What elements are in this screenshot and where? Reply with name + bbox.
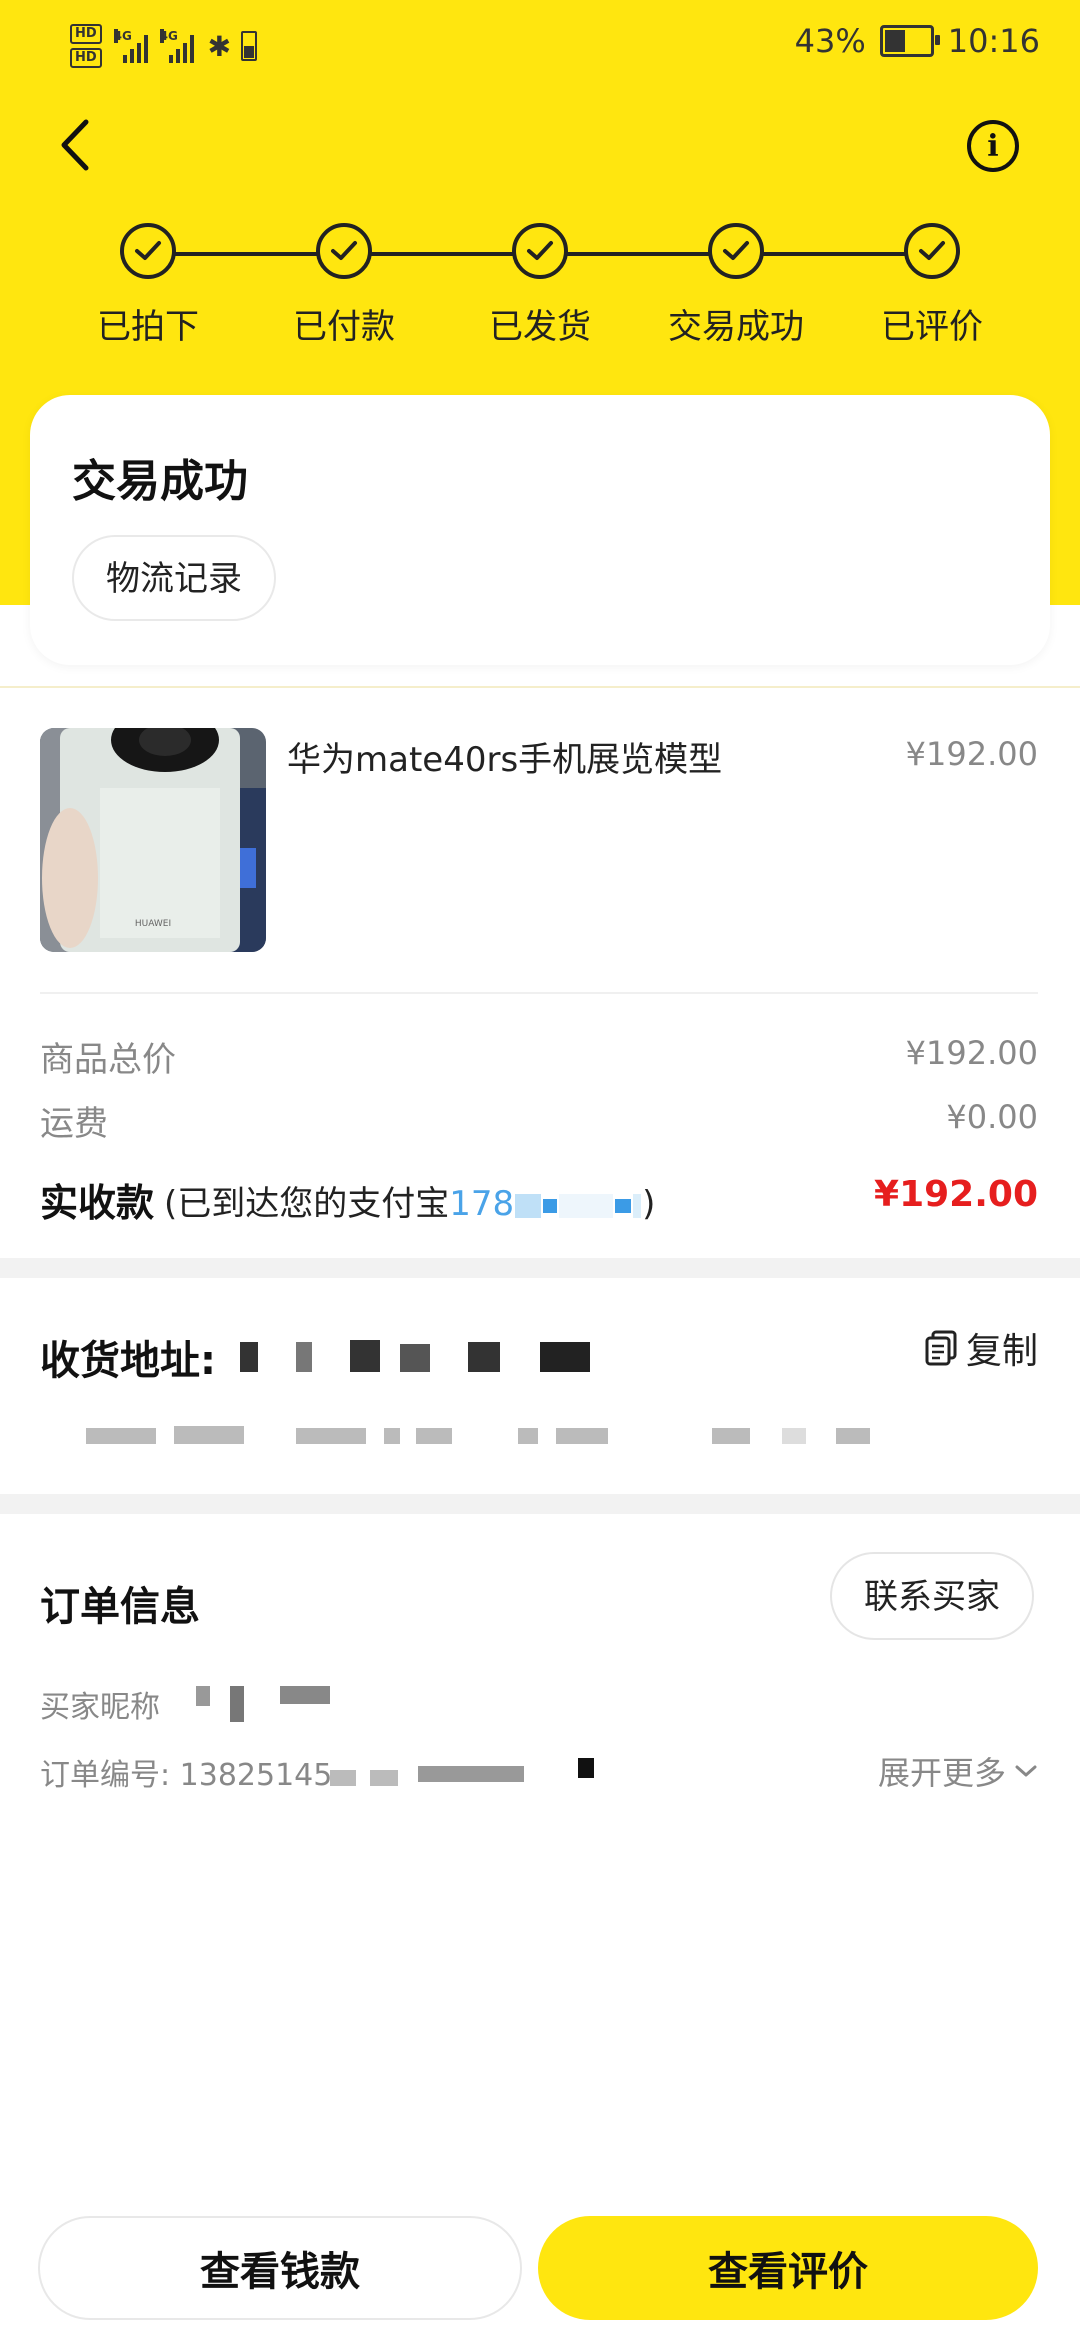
- bluetooth-icon: ✱: [207, 29, 232, 63]
- info-button[interactable]: i: [967, 120, 1019, 172]
- address-label: 收货地址:: [40, 1338, 216, 1384]
- step-reviewed: 已评价: [832, 220, 1032, 348]
- actual-received-label: 实收款: [40, 1181, 155, 1225]
- chevron-left-icon: [61, 119, 89, 171]
- step-label: 已拍下: [97, 307, 199, 347]
- check-circle-icon: [120, 223, 176, 279]
- status-card: 交易成功 物流记录: [30, 395, 1050, 665]
- check-circle-icon: [512, 223, 568, 279]
- step-label: 交易成功: [668, 307, 804, 347]
- product-name[interactable]: 华为mate40rs手机展览模型: [287, 732, 722, 781]
- hd-badge-1: HD: [70, 24, 102, 44]
- alipay-account-partial: 178: [449, 1184, 515, 1224]
- section-divider: [0, 686, 1080, 688]
- step-success: 交易成功: [636, 220, 836, 348]
- shipping-value: ¥0.00: [946, 1098, 1038, 1136]
- copy-button[interactable]: 复制: [924, 1322, 1038, 1374]
- view-review-button[interactable]: 查看评价: [538, 2216, 1038, 2320]
- buyer-nickname-label: 买家昵称: [40, 1690, 160, 1725]
- step-shipped: 已发货: [440, 220, 640, 348]
- product-price: ¥192.00: [905, 735, 1038, 773]
- battery-percent: 43%: [794, 22, 866, 60]
- copy-label: 复制: [965, 1331, 1038, 1372]
- status-bar-left: HD HD 4G 4G ✱: [70, 18, 258, 74]
- expand-label: 展开更多: [877, 1754, 1006, 1792]
- actual-received-value: ¥192.00: [874, 1174, 1038, 1215]
- order-number-partial: 13825145: [179, 1758, 333, 1793]
- total-label: 商品总价: [40, 1040, 176, 1080]
- order-progress: 已拍下 已付款 已发货 交易成功 已评价: [0, 220, 1080, 347]
- copy-icon: [925, 1330, 957, 1366]
- clock: 10:16: [947, 22, 1040, 60]
- check-circle-icon: [904, 223, 960, 279]
- battery-icon: [879, 25, 940, 57]
- hd-badge-2: HD: [70, 48, 102, 68]
- section-gap: [0, 1258, 1080, 1278]
- order-number: 订单编号: 13825145: [40, 1758, 333, 1793]
- step-ordered: 已拍下: [48, 220, 248, 348]
- product-image[interactable]: HUAWEI: [40, 728, 266, 952]
- signal-icon-2: 4G: [159, 29, 194, 63]
- signal-icon: 4G: [113, 29, 148, 63]
- step-label: 已发货: [489, 307, 591, 347]
- actual-received-note: (已到达您的支付宝178): [164, 1184, 656, 1224]
- shipping-label: 运费: [40, 1104, 108, 1144]
- status-bar: HD HD 4G 4G ✱ 43% 10:16: [0, 0, 1080, 90]
- back-button[interactable]: [50, 115, 100, 175]
- expand-more-button[interactable]: 展开更多: [878, 1748, 1038, 1794]
- status-bar-right: 43% 10:16: [795, 22, 1040, 60]
- logistics-button[interactable]: 物流记录: [72, 535, 276, 621]
- view-money-button[interactable]: 查看钱款: [38, 2216, 522, 2320]
- small-battery-icon: [241, 31, 258, 61]
- product-image-brand: HUAWEI: [135, 919, 171, 929]
- chevron-down-icon: [1015, 1765, 1037, 1777]
- check-circle-icon: [708, 223, 764, 279]
- step-paid: 已付款: [244, 220, 444, 348]
- section-gap: [0, 1494, 1080, 1514]
- step-label: 已评价: [881, 307, 983, 347]
- info-icon: i: [987, 128, 999, 164]
- check-circle-icon: [316, 223, 372, 279]
- total-value: ¥192.00: [905, 1034, 1038, 1072]
- status-title: 交易成功: [72, 456, 248, 507]
- order-info-title: 订单信息: [40, 1584, 200, 1630]
- contact-buyer-button[interactable]: 联系买家: [830, 1552, 1034, 1640]
- divider: [40, 992, 1038, 994]
- step-label: 已付款: [293, 307, 395, 347]
